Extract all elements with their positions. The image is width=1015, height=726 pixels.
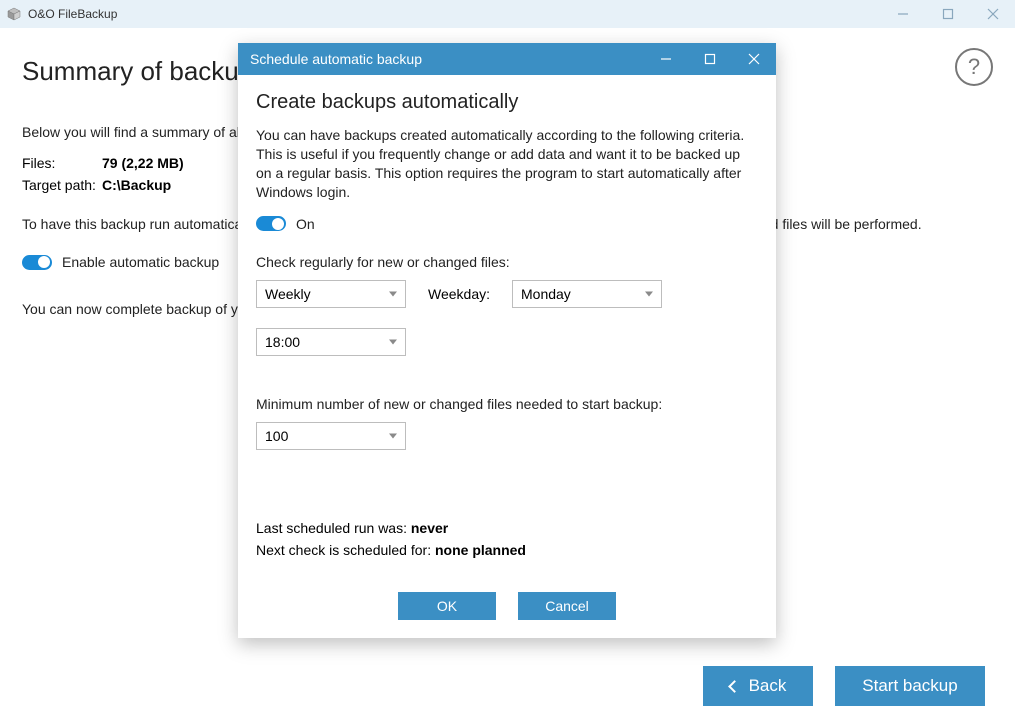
target-label: Target path: bbox=[22, 177, 102, 193]
window-titlebar: O&O FileBackup bbox=[0, 0, 1015, 28]
schedule-on-label: On bbox=[296, 216, 315, 232]
frequency-row: Weekly Weekday: Monday bbox=[256, 280, 758, 308]
min-files-value: 100 bbox=[265, 428, 288, 444]
check-regularly-label: Check regularly for new or changed files… bbox=[256, 254, 758, 270]
weekday-dropdown[interactable]: Monday bbox=[512, 280, 662, 308]
schedule-on-row: On bbox=[256, 216, 758, 232]
schedule-status: Last scheduled run was: never Next check… bbox=[256, 520, 758, 558]
maximize-button[interactable] bbox=[925, 0, 970, 28]
dialog-close-button[interactable] bbox=[732, 43, 776, 75]
time-dropdown[interactable]: 18:00 bbox=[256, 328, 406, 356]
ok-button[interactable]: OK bbox=[398, 592, 496, 620]
cancel-button-label: Cancel bbox=[545, 598, 589, 614]
cancel-button[interactable]: Cancel bbox=[518, 592, 616, 620]
files-value: 79 (2,22 MB) bbox=[102, 155, 184, 171]
chevron-left-icon bbox=[730, 676, 739, 696]
last-run-value: never bbox=[411, 520, 448, 536]
chevron-down-icon bbox=[389, 433, 397, 438]
dialog-body: Create backups automatically You can hav… bbox=[238, 75, 776, 638]
ok-button-label: OK bbox=[437, 598, 457, 614]
start-backup-button[interactable]: Start backup bbox=[835, 666, 985, 706]
time-value: 18:00 bbox=[265, 334, 300, 350]
enable-auto-backup-label: Enable automatic backup bbox=[62, 254, 219, 270]
dialog-heading: Create backups automatically bbox=[256, 91, 758, 114]
schedule-backup-dialog: Schedule automatic backup Create backups… bbox=[238, 43, 776, 638]
schedule-on-toggle[interactable] bbox=[256, 216, 286, 231]
chevron-down-icon bbox=[389, 339, 397, 344]
last-run-line: Last scheduled run was: never bbox=[256, 520, 758, 536]
next-check-value: none planned bbox=[435, 542, 526, 558]
chevron-down-icon bbox=[645, 291, 653, 296]
min-files-dropdown[interactable]: 100 bbox=[256, 422, 406, 450]
next-check-prefix: Next check is scheduled for: bbox=[256, 542, 435, 558]
dialog-maximize-button[interactable] bbox=[688, 43, 732, 75]
dialog-footer: OK Cancel bbox=[256, 592, 758, 620]
footer-buttons: Back Start backup bbox=[703, 666, 985, 706]
frequency-dropdown[interactable]: Weekly bbox=[256, 280, 406, 308]
last-run-prefix: Last scheduled run was: bbox=[256, 520, 411, 536]
help-button[interactable]: ? bbox=[955, 48, 993, 86]
dialog-titlebar: Schedule automatic backup bbox=[238, 43, 776, 75]
close-button[interactable] bbox=[970, 0, 1015, 28]
weekday-value: Monday bbox=[521, 286, 571, 302]
start-backup-button-label: Start backup bbox=[862, 676, 957, 696]
frequency-value: Weekly bbox=[265, 286, 311, 302]
app-icon bbox=[6, 6, 22, 22]
back-button[interactable]: Back bbox=[703, 666, 813, 706]
next-check-line: Next check is scheduled for: none planne… bbox=[256, 542, 758, 558]
minimize-button[interactable] bbox=[880, 0, 925, 28]
dialog-description: You can have backups created automatical… bbox=[256, 126, 758, 202]
app-title: O&O FileBackup bbox=[28, 7, 117, 21]
files-label: Files: bbox=[22, 155, 102, 171]
weekday-label: Weekday: bbox=[428, 286, 490, 302]
back-button-label: Back bbox=[749, 676, 787, 696]
chevron-down-icon bbox=[389, 291, 397, 296]
enable-auto-backup-toggle[interactable] bbox=[22, 255, 52, 270]
target-value: C:\Backup bbox=[102, 177, 171, 193]
dialog-title: Schedule automatic backup bbox=[250, 51, 422, 67]
min-files-label: Minimum number of new or changed files n… bbox=[256, 396, 758, 412]
dialog-minimize-button[interactable] bbox=[644, 43, 688, 75]
